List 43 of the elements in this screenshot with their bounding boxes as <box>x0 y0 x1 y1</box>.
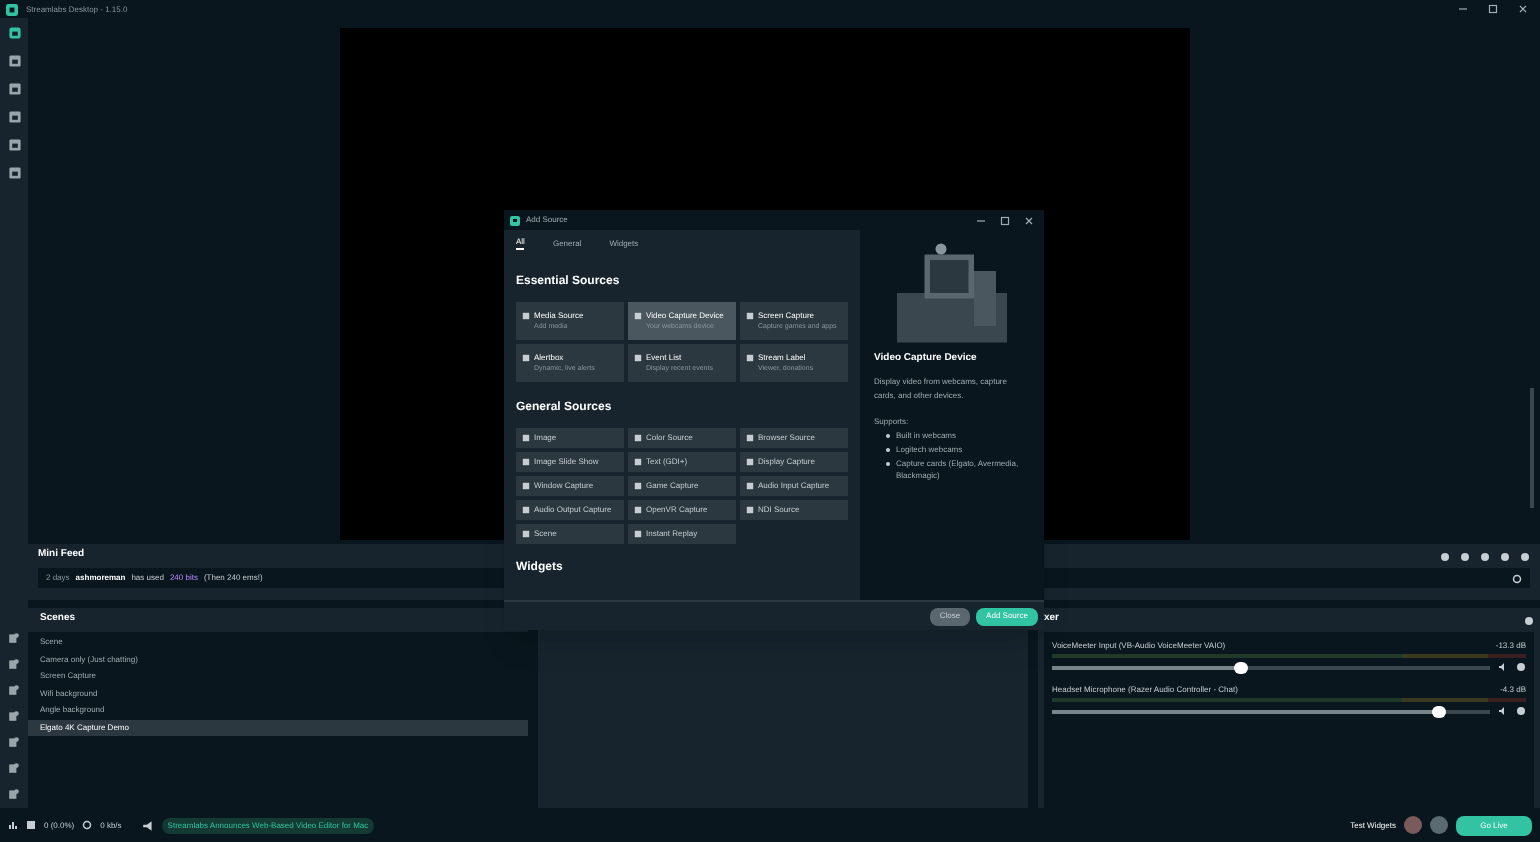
app-icon <box>510 215 520 225</box>
source-icon <box>746 506 754 514</box>
minimize-icon[interactable] <box>1458 4 1468 14</box>
source-icon <box>634 434 642 442</box>
source-icon <box>746 434 754 442</box>
source-icon <box>522 458 530 466</box>
source-icon <box>522 506 530 514</box>
nav-icon[interactable] <box>7 26 21 40</box>
nav-icon[interactable] <box>7 166 21 180</box>
maximize-icon[interactable] <box>1000 215 1010 225</box>
nav-icon[interactable] <box>7 54 21 68</box>
minimize-icon[interactable] <box>976 215 986 225</box>
megaphone-icon <box>141 819 154 831</box>
source-icon <box>522 311 530 320</box>
nav-icon[interactable] <box>7 138 21 152</box>
scrollbar[interactable] <box>1530 388 1534 508</box>
nav-icon[interactable] <box>7 82 21 96</box>
chart-icon <box>8 820 18 830</box>
source-icon <box>634 458 642 466</box>
source-icon <box>634 311 642 320</box>
replay-button[interactable] <box>1430 816 1448 834</box>
speaker-icon[interactable] <box>1498 706 1508 716</box>
slider-thumb[interactable] <box>1431 705 1446 717</box>
source-icon <box>746 353 754 362</box>
source-icon <box>522 353 530 362</box>
close-icon[interactable] <box>1024 215 1034 225</box>
source-icon <box>634 506 642 514</box>
source-icon <box>522 434 530 442</box>
source-icon <box>746 482 754 490</box>
maximize-icon[interactable] <box>1488 4 1498 14</box>
source-icon <box>746 458 754 466</box>
record-button[interactable] <box>1404 816 1422 834</box>
nav-icon[interactable] <box>7 110 21 124</box>
source-icon <box>522 530 530 538</box>
source-icon <box>634 530 642 538</box>
source-icon <box>746 311 754 320</box>
slider-thumb[interactable] <box>1234 661 1249 673</box>
source-icon <box>522 482 530 490</box>
dropped-frames-icon <box>26 820 36 830</box>
close-icon[interactable] <box>1518 4 1528 14</box>
source-icon <box>634 482 642 490</box>
source-icon <box>634 353 642 362</box>
speaker-icon[interactable] <box>1498 662 1508 672</box>
